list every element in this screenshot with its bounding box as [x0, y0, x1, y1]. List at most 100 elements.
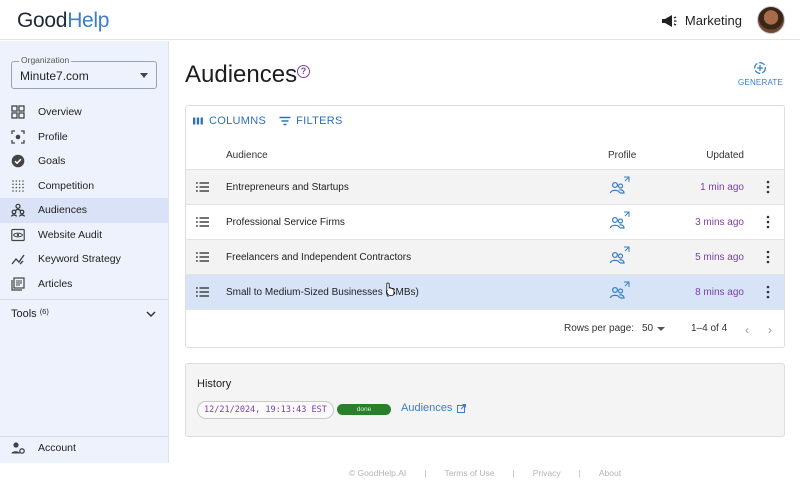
status-badge: done — [337, 404, 391, 415]
footer-about-link[interactable]: About — [599, 468, 621, 478]
history-timestamp: 12/21/2024, 19:13:43 EST — [197, 401, 334, 419]
sidebar-item-website-audit[interactable]: Website Audit — [0, 223, 168, 248]
profile-link-icon[interactable] — [609, 281, 631, 301]
caret-down-icon[interactable] — [657, 327, 665, 331]
list-icon — [196, 287, 209, 297]
history-audiences-link[interactable]: Audiences — [401, 402, 467, 414]
next-page-button[interactable]: › — [768, 323, 772, 337]
sidebar-item-label: Overview — [38, 106, 82, 119]
eye-icon — [11, 228, 25, 242]
list-icon — [196, 182, 209, 192]
column-header-updated[interactable]: Updated — [706, 150, 744, 161]
footer-copyright: © GoodHelp.AI — [348, 468, 407, 478]
table-row[interactable]: Small to Medium-Sized Businesses (SMBs) … — [186, 275, 784, 310]
footer-terms-link[interactable]: Terms of Use — [444, 468, 494, 478]
page-title: Audiences — [185, 61, 298, 88]
mouse-pointer-icon — [386, 282, 395, 296]
audience-name[interactable]: Professional Service Firms — [226, 217, 345, 228]
rows-per-page-select[interactable]: 50 — [642, 323, 653, 334]
profile-link-icon[interactable] — [609, 176, 631, 196]
sidebar-item-label: Competition — [38, 179, 95, 192]
sidebar-divider — [0, 436, 168, 437]
history-title: History — [197, 378, 232, 390]
workspace-switcher[interactable]: Marketing — [661, 13, 742, 28]
profile-link-icon[interactable] — [609, 246, 631, 266]
audiences-table-card: COLUMNS FILTERS Audience Profile Updated… — [185, 105, 785, 348]
user-avatar[interactable] — [757, 6, 785, 34]
workspace-label: Marketing — [684, 13, 742, 28]
table-body: Entrepreneurs and Startups 1 min ago Pro… — [186, 170, 784, 310]
page-footer: © GoodHelp.AI | Terms of Use | Privacy | About — [170, 463, 800, 483]
sidebar-item-keyword-strategy[interactable]: Keyword Strategy — [0, 247, 168, 272]
table-row[interactable]: Entrepreneurs and Startups 1 min ago — [186, 170, 784, 205]
pagination-range: 1–4 of 4 — [691, 323, 728, 334]
sidebar-item-overview[interactable]: Overview — [0, 100, 168, 125]
chevron-down-icon — [146, 311, 156, 318]
logo-text-help: Help — [67, 9, 110, 32]
filters-button[interactable]: FILTERS — [279, 115, 343, 127]
updated-time: 5 mins ago — [695, 252, 744, 263]
table-toolbar: COLUMNS FILTERS — [192, 115, 343, 127]
audience-name[interactable]: Freelancers and Independent Contractors — [226, 252, 411, 263]
generate-button[interactable]: GENERATE — [738, 61, 784, 87]
check-circle-icon — [11, 154, 25, 168]
sidebar-item-audiences[interactable]: Audiences — [0, 198, 168, 223]
audience-icon — [11, 203, 25, 218]
sidebar-tools-toggle[interactable]: Tools (6) — [11, 306, 157, 320]
top-bar: GoodHelp Marketing — [0, 0, 800, 40]
table-pagination: Rows per page: 50 1–4 of 4 ‹ › — [186, 318, 784, 342]
list-icon — [196, 217, 209, 227]
sidebar-item-label: Website Audit — [38, 228, 103, 241]
focus-icon — [11, 130, 25, 144]
tools-label: Tools — [11, 308, 37, 320]
sidebar-item-account[interactable]: Account — [11, 441, 76, 455]
more-vertical-icon[interactable] — [766, 285, 770, 299]
filter-icon — [279, 116, 291, 126]
updated-time: 8 mins ago — [695, 287, 744, 298]
sidebar-item-label: Goals — [38, 155, 66, 168]
column-header-audience[interactable]: Audience — [226, 150, 268, 161]
logo-text-good: Good — [17, 9, 68, 32]
list-icon — [196, 252, 209, 262]
columns-label: COLUMNS — [209, 115, 267, 127]
trend-icon — [11, 252, 25, 266]
caret-down-icon — [140, 73, 148, 78]
app-logo[interactable]: GoodHelp — [17, 9, 109, 33]
sidebar-item-profile[interactable]: Profile — [0, 125, 168, 150]
tools-count: (6) — [39, 306, 49, 316]
account-settings-icon — [11, 442, 25, 454]
table-row[interactable]: Freelancers and Independent Contractors … — [186, 240, 784, 275]
rows-per-page-label: Rows per page: — [564, 323, 635, 334]
columns-button[interactable]: COLUMNS — [192, 115, 266, 127]
updated-time: 3 mins ago — [695, 217, 744, 228]
prev-page-button[interactable]: ‹ — [745, 323, 749, 337]
sidebar-divider — [0, 299, 168, 300]
sidebar-item-label: Articles — [38, 277, 73, 290]
articles-icon — [11, 277, 25, 291]
generate-icon — [754, 62, 766, 74]
audience-name[interactable]: Entrepreneurs and Startups — [226, 182, 349, 193]
sidebar-item-competition[interactable]: Competition — [0, 174, 168, 199]
generate-label: GENERATE — [738, 78, 784, 87]
footer-privacy-link[interactable]: Privacy — [533, 468, 561, 478]
open-external-icon — [457, 403, 467, 413]
filters-label: FILTERS — [296, 115, 343, 127]
more-vertical-icon[interactable] — [766, 215, 770, 229]
more-vertical-icon[interactable] — [766, 250, 770, 264]
organization-select[interactable]: Organization Minute7.com — [11, 55, 157, 89]
sidebar-nav: Overview Profile Goals Competition Audie… — [0, 100, 168, 296]
footer-separator: | — [578, 468, 581, 478]
help-icon[interactable]: ? — [297, 65, 310, 78]
sidebar: Organization Minute7.com Overview Profil… — [0, 41, 169, 463]
history-panel: History 12/21/2024, 19:13:43 EST done Au… — [185, 363, 785, 437]
columns-icon — [193, 117, 203, 125]
more-vertical-icon[interactable] — [766, 180, 770, 194]
profile-link-icon[interactable] — [609, 211, 631, 231]
dots-grid-icon — [11, 179, 25, 193]
table-row[interactable]: Professional Service Firms 3 mins ago — [186, 205, 784, 240]
sidebar-item-articles[interactable]: Articles — [0, 272, 168, 297]
sidebar-item-goals[interactable]: Goals — [0, 149, 168, 174]
column-header-profile[interactable]: Profile — [608, 150, 636, 161]
main-content: Audiences ? GENERATE COLUMNS FILTERS Aud… — [170, 41, 800, 463]
account-label: Account — [38, 442, 76, 454]
